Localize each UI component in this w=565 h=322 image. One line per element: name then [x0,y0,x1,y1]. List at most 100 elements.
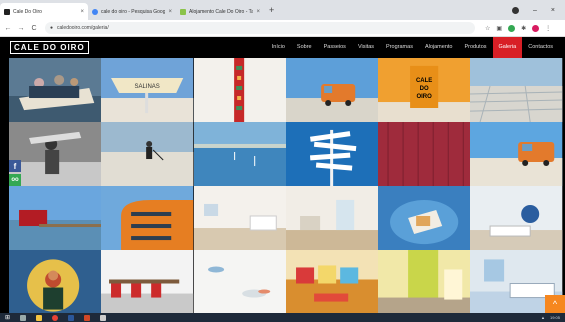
gallery-photo-textile-pattern[interactable] [193,58,286,122]
menu-item-contactos[interactable]: Contactos [522,37,559,58]
reload-icon[interactable]: C [29,25,39,32]
scroll-to-top-button[interactable]: ^ [545,295,565,313]
gallery-photo-red-shed-pier[interactable] [9,186,102,250]
close-icon[interactable]: × [256,9,260,15]
photo-image [193,186,286,250]
powerpoint-icon[interactable] [84,314,91,321]
photo-image [9,122,102,186]
extension-green-icon[interactable] [508,24,516,32]
back-icon[interactable]: ← [3,25,13,32]
gallery-photo-bedroom-art[interactable] [470,186,563,250]
photo-image [193,58,286,122]
gallery-photo-tile-portrait[interactable] [9,250,102,313]
photo-image [193,250,286,313]
social-links: f oo [9,160,21,186]
photo-image [285,122,379,186]
clock: 19:05 [549,315,560,320]
gallery-photo-salinas-banner[interactable]: SALINAS [101,58,194,122]
search-icon[interactable] [20,314,27,321]
gallery-photo-room-lobby[interactable] [193,186,286,250]
google-icon [92,8,98,15]
profile-icon[interactable] [512,6,519,14]
site-logo[interactable]: CALE DO OIRO [10,41,89,54]
app-icon[interactable] [100,314,107,321]
new-tab-button[interactable]: + [264,3,279,20]
gallery-photo-orange-van-salt[interactable] [285,58,379,122]
main-menu: Início Sobre Passeios Visitas Programas … [266,37,565,58]
gallery-photo-orange-building[interactable] [101,186,194,250]
extensions: ☆ ▣ ✱ ⋮ [485,24,551,32]
puzzle-icon[interactable]: ✱ [521,25,526,32]
photo-image [378,186,471,250]
menu-item-inicio[interactable]: Início [266,37,291,58]
gallery-photo-ceramic-fish[interactable] [193,250,286,313]
facebook-icon[interactable]: f [9,160,21,172]
extension-icon[interactable]: ▣ [496,25,502,32]
svg-text:CALE: CALE [416,78,432,84]
gallery-photo-salt-pans-aerial[interactable] [470,58,563,122]
gallery-photo-cushions-sofa[interactable] [285,250,379,313]
tab-alojamento[interactable]: Alojamento Cale Do Oiro - Tavira × [176,3,264,20]
gallery-photo-room-corridor[interactable] [285,186,379,250]
menu-item-visitas[interactable]: Visitas [352,37,380,58]
url-text: caledooiro.com/galeria/ [57,25,109,31]
tab-google-search[interactable]: cale do oiro - Pesquisa Google × [88,3,176,20]
photo-image [470,122,563,186]
photo-image [193,122,286,186]
photo-image [101,186,194,250]
tab-title: cale do oiro - Pesquisa Google [101,8,166,15]
menu-item-produtos[interactable]: Produtos [458,37,492,58]
explorer-icon[interactable] [36,314,43,321]
tab-title: Alojamento Cale Do Oiro - Tavira [189,8,254,15]
gallery-photo-salt-worker-bw[interactable] [9,122,102,186]
photo-image [378,122,471,186]
gallery-photo-salt-worker-field[interactable] [101,122,194,186]
photo-image: SALINAS [101,58,194,122]
windows-start-icon[interactable]: ⊞ [5,314,10,321]
chrome-icon[interactable] [52,314,59,321]
browser-window: Cale Do Oiro × cale do oiro - Pesquisa G… [0,0,565,322]
avatar[interactable] [532,24,540,32]
favicon-icon [4,8,10,15]
star-icon[interactable]: ☆ [485,25,490,32]
gallery-photo-boat-harbour[interactable] [9,58,102,122]
word-icon[interactable] [68,314,75,321]
close-window-button[interactable]: × [551,7,555,14]
close-icon[interactable]: × [80,9,84,15]
photo-image [9,250,102,313]
close-icon[interactable]: × [168,9,172,15]
gallery-photo-red-wall[interactable] [378,122,471,186]
gallery-photo-dining-chairs[interactable] [101,250,194,313]
address-bar[interactable]: ● caledooiro.com/galeria/ [45,22,475,34]
gallery-photo-yellow-room[interactable] [378,250,471,313]
network-icon[interactable]: ▲ [541,315,545,320]
menu-icon[interactable]: ⋮ [545,25,551,32]
photo-image [285,186,379,250]
menu-item-passeios[interactable]: Passeios [318,37,352,58]
gallery-photo-directional-signs[interactable] [285,122,379,186]
minimize-button[interactable]: – [533,7,537,14]
gallery-photo-orange-van-beach[interactable] [470,122,563,186]
photo-image [378,250,471,313]
menu-item-galeria[interactable]: Galeria [492,37,523,58]
photo-image [285,58,379,122]
svg-text:OIRO: OIRO [417,94,433,100]
window-controls: – × [512,0,565,20]
tab-title: Cale Do Oiro [13,8,42,15]
photo-image [285,250,379,313]
favicon-icon [180,8,186,15]
photo-image [470,186,563,250]
menu-item-alojamento[interactable]: Alojamento [419,37,459,58]
forward-icon[interactable]: → [16,25,26,32]
menu-item-programas[interactable]: Programas [380,37,419,58]
gallery-photo-ria-water[interactable] [193,122,286,186]
svg-text:DO: DO [420,86,429,92]
gallery-photo-blue-table-book[interactable] [378,186,471,250]
photo-gallery: SALINAS CALE DO OIRO [9,58,563,313]
svg-text:SALINAS: SALINAS [135,84,160,90]
tripadvisor-icon[interactable]: oo [9,174,21,186]
photo-image [101,122,194,186]
tab-cale-do-oiro[interactable]: Cale Do Oiro × [0,3,88,20]
gallery-photo-orange-sign-cale[interactable]: CALE DO OIRO [378,58,471,122]
menu-item-sobre[interactable]: Sobre [291,37,318,58]
